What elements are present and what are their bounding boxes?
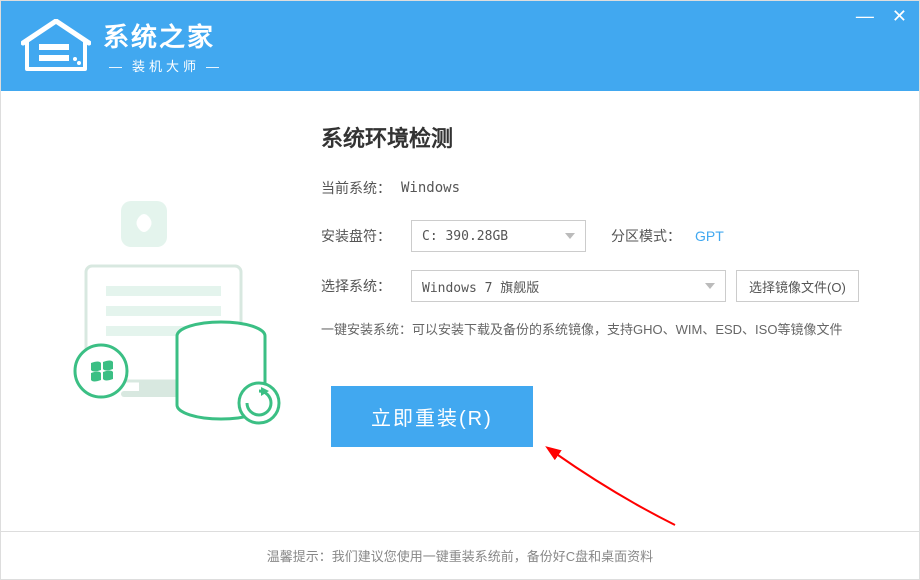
install-drive-label: 安装盘符： (321, 226, 401, 246)
install-drive-value: C: 390.28GB (422, 229, 508, 244)
select-system-label: 选择系统： (321, 276, 401, 296)
chevron-down-icon (705, 283, 715, 289)
partition-mode-label: 分区模式： (611, 226, 681, 246)
partition-mode-value: GPT (695, 228, 724, 244)
minimize-icon[interactable]: — (856, 7, 874, 25)
select-system-dropdown[interactable]: Windows 7 旗舰版 (411, 270, 726, 302)
section-title: 系统环境检测 (321, 121, 889, 153)
chevron-down-icon (565, 233, 575, 239)
select-system-value: Windows 7 旗舰版 (422, 277, 539, 296)
footer-tip: 温馨提示：我们建议您使用一键重装系统前，备份好C盘和桌面资料 (1, 531, 919, 579)
reinstall-button[interactable]: 立即重装(R) (331, 386, 533, 447)
current-os-label: 当前系统： (321, 178, 401, 198)
install-hint-text: 一键安装系统：可以安装下载及备份的系统镜像，支持GHO、WIM、ESD、ISO等… (321, 320, 889, 341)
illustration (1, 91, 321, 531)
install-drive-select[interactable]: C: 390.28GB (411, 220, 586, 252)
current-os-value: Windows (401, 180, 460, 196)
current-os-row: 当前系统： Windows (321, 178, 889, 198)
house-logo-icon (21, 19, 91, 74)
title-bar: 系统之家 装机大师 — ✕ (1, 1, 919, 91)
logo-area: 系统之家 装机大师 (21, 17, 229, 75)
close-icon[interactable]: ✕ (892, 7, 907, 25)
brand-subtitle: 装机大师 (103, 56, 229, 75)
browse-image-button[interactable]: 选择镜像文件(O) (736, 270, 859, 302)
brand-title: 系统之家 (103, 17, 229, 54)
